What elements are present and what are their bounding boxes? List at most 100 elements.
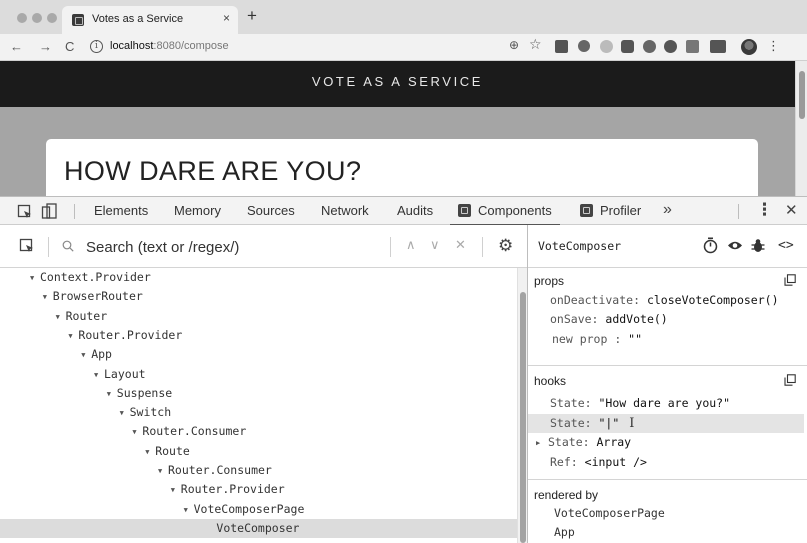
tab-sources[interactable]: Sources bbox=[247, 203, 295, 218]
tree-scrollbar-thumb[interactable] bbox=[520, 292, 526, 543]
copy-icon[interactable] bbox=[784, 274, 796, 286]
next-result-icon[interactable]: ∨ bbox=[430, 237, 440, 253]
collapse-arrow-icon[interactable]: ▼ bbox=[184, 501, 194, 520]
settings-gear-icon[interactable]: ⚙ bbox=[498, 236, 513, 256]
extension-icon[interactable] bbox=[578, 40, 590, 52]
zoom-icon[interactable]: ⊕ bbox=[509, 36, 519, 54]
collapse-arrow-icon[interactable]: ▼ bbox=[81, 346, 91, 365]
props-title: props bbox=[534, 274, 565, 288]
hook-row-collapsible[interactable]: ▶ State: Array bbox=[536, 433, 631, 452]
hook-row-editing[interactable]: State: "|" I bbox=[528, 414, 804, 433]
minimize-window-button[interactable] bbox=[32, 13, 42, 23]
tab-profiler[interactable]: Profiler bbox=[600, 203, 641, 218]
back-button[interactable]: ← bbox=[10, 38, 23, 56]
prop-row[interactable]: onSave: addVote() bbox=[550, 310, 668, 329]
collapse-arrow-icon[interactable]: ▼ bbox=[68, 327, 78, 346]
more-tabs-icon[interactable]: » bbox=[663, 201, 672, 219]
forward-button[interactable]: → bbox=[39, 38, 52, 56]
tree-node[interactable]: ▼ Router.Consumer bbox=[132, 422, 246, 441]
collapse-arrow-icon[interactable]: ▼ bbox=[120, 404, 130, 423]
tree-node[interactable]: ▼ Suspense bbox=[107, 384, 172, 403]
device-toolbar-icon[interactable] bbox=[41, 203, 57, 220]
tree-node[interactable]: ▼ Context.Provider bbox=[30, 268, 151, 287]
tab-components[interactable]: Components bbox=[450, 203, 560, 226]
extension-icon[interactable] bbox=[686, 40, 699, 53]
bookmark-star-icon[interactable]: ☆ bbox=[529, 35, 542, 53]
tree-node[interactable]: ▼ Switch bbox=[120, 403, 172, 422]
tree-node[interactable]: ▼ Router.Consumer bbox=[158, 461, 272, 480]
site-header: VOTE AS A SERVICE bbox=[0, 61, 795, 107]
tree-node[interactable]: ▼ Layout bbox=[94, 365, 146, 384]
stopwatch-icon[interactable] bbox=[703, 237, 718, 254]
browser-tab[interactable]: Votes as a Service × bbox=[62, 6, 238, 34]
tab-elements[interactable]: Elements bbox=[94, 203, 148, 218]
eye-icon[interactable] bbox=[727, 239, 743, 252]
clear-search-icon[interactable]: ✕ bbox=[455, 237, 466, 253]
search-icon bbox=[62, 240, 74, 252]
collapse-arrow-icon[interactable]: ▼ bbox=[30, 269, 40, 288]
address-bar[interactable]: i localhost:8080/compose bbox=[88, 37, 526, 57]
hooks-title: hooks bbox=[534, 374, 567, 388]
tab-close-icon[interactable]: × bbox=[223, 11, 230, 25]
info-icon[interactable]: i bbox=[90, 40, 103, 53]
page-scrollbar-thumb[interactable] bbox=[799, 71, 805, 119]
tree-node[interactable]: ▼ VoteComposerPage bbox=[184, 500, 305, 519]
collapse-arrow-icon[interactable]: ▼ bbox=[56, 308, 66, 327]
prop-row[interactable]: onDeactivate: closeVoteComposer() bbox=[550, 291, 779, 310]
site-title: VOTE AS A SERVICE bbox=[311, 74, 484, 89]
hooks-section: hooks State: "How dare are you?" State: … bbox=[528, 366, 807, 480]
tree-node[interactable]: ▼ App bbox=[81, 345, 112, 364]
tree-node[interactable]: VoteComposer bbox=[0, 518, 517, 538]
profile-avatar[interactable] bbox=[741, 39, 757, 55]
view-source-icon[interactable]: <> bbox=[778, 237, 794, 255]
hook-value-input[interactable]: "|" bbox=[598, 416, 619, 430]
reload-button[interactable]: C bbox=[65, 38, 74, 56]
page-viewport: VOTE AS A SERVICE HOW DARE ARE YOU? bbox=[0, 61, 795, 196]
hook-row[interactable]: Ref: <input /> bbox=[550, 453, 647, 472]
tree-node-label: Router.Consumer bbox=[168, 463, 272, 477]
extension-icon[interactable] bbox=[643, 40, 656, 53]
extension-icon[interactable] bbox=[710, 40, 726, 53]
tree-node-label: Context.Provider bbox=[40, 270, 151, 284]
collapse-arrow-icon[interactable]: ▼ bbox=[158, 462, 168, 481]
tree-scrollbar[interactable] bbox=[517, 268, 527, 543]
expand-arrow-icon[interactable]: ▶ bbox=[536, 434, 548, 453]
page-scrollbar[interactable] bbox=[795, 61, 807, 196]
previous-result-icon[interactable]: ∧ bbox=[406, 237, 416, 253]
close-window-button[interactable] bbox=[17, 13, 27, 23]
vote-title[interactable]: HOW DARE ARE YOU? bbox=[64, 156, 361, 187]
new-prop-row[interactable]: new prop : "" bbox=[552, 330, 642, 349]
hook-row[interactable]: State: "How dare are you?" bbox=[550, 394, 730, 413]
collapse-arrow-icon[interactable]: ▼ bbox=[94, 366, 104, 385]
play-extension-icon[interactable] bbox=[664, 40, 677, 53]
tab-network[interactable]: Network bbox=[321, 203, 369, 218]
browser-menu-icon[interactable]: ⋮ bbox=[767, 38, 780, 54]
tree-node[interactable]: ▼ Router.Provider bbox=[68, 326, 182, 345]
inspect-element-icon[interactable] bbox=[17, 204, 33, 220]
devtools-menu-icon[interactable]: ⋮ bbox=[756, 201, 773, 219]
rendered-by-item[interactable]: App bbox=[554, 523, 575, 542]
select-component-icon[interactable] bbox=[19, 238, 35, 254]
collapse-arrow-icon[interactable]: ▼ bbox=[107, 385, 117, 404]
rendered-by-item[interactable]: VoteComposerPage bbox=[554, 504, 665, 523]
tree-node-label: Router bbox=[65, 308, 108, 323]
tree-node[interactable]: ▼ Router bbox=[56, 307, 108, 326]
search-input[interactable]: Search (text or /regex/) bbox=[86, 239, 239, 256]
mail-extension-icon[interactable] bbox=[621, 40, 634, 53]
collapse-arrow-icon[interactable]: ▼ bbox=[145, 443, 155, 462]
extension-icon[interactable] bbox=[555, 40, 568, 53]
collapse-arrow-icon[interactable]: ▼ bbox=[43, 288, 53, 307]
collapse-arrow-icon[interactable]: ▼ bbox=[132, 423, 142, 442]
tree-node[interactable]: ▼ Router.Provider bbox=[171, 480, 285, 499]
bug-icon[interactable] bbox=[751, 238, 765, 253]
devtools-close-icon[interactable]: ✕ bbox=[785, 202, 798, 220]
tab-audits[interactable]: Audits bbox=[397, 203, 433, 218]
copy-icon[interactable] bbox=[784, 374, 796, 386]
new-tab-button[interactable]: + bbox=[247, 7, 257, 25]
tree-node[interactable]: ▼ Route bbox=[145, 442, 190, 461]
maximize-window-button[interactable] bbox=[47, 13, 57, 23]
tree-node[interactable]: ▼ BrowserRouter bbox=[43, 287, 143, 306]
collapse-arrow-icon[interactable]: ▼ bbox=[171, 481, 181, 500]
tab-memory[interactable]: Memory bbox=[174, 203, 221, 218]
extension-icon[interactable] bbox=[600, 40, 613, 53]
